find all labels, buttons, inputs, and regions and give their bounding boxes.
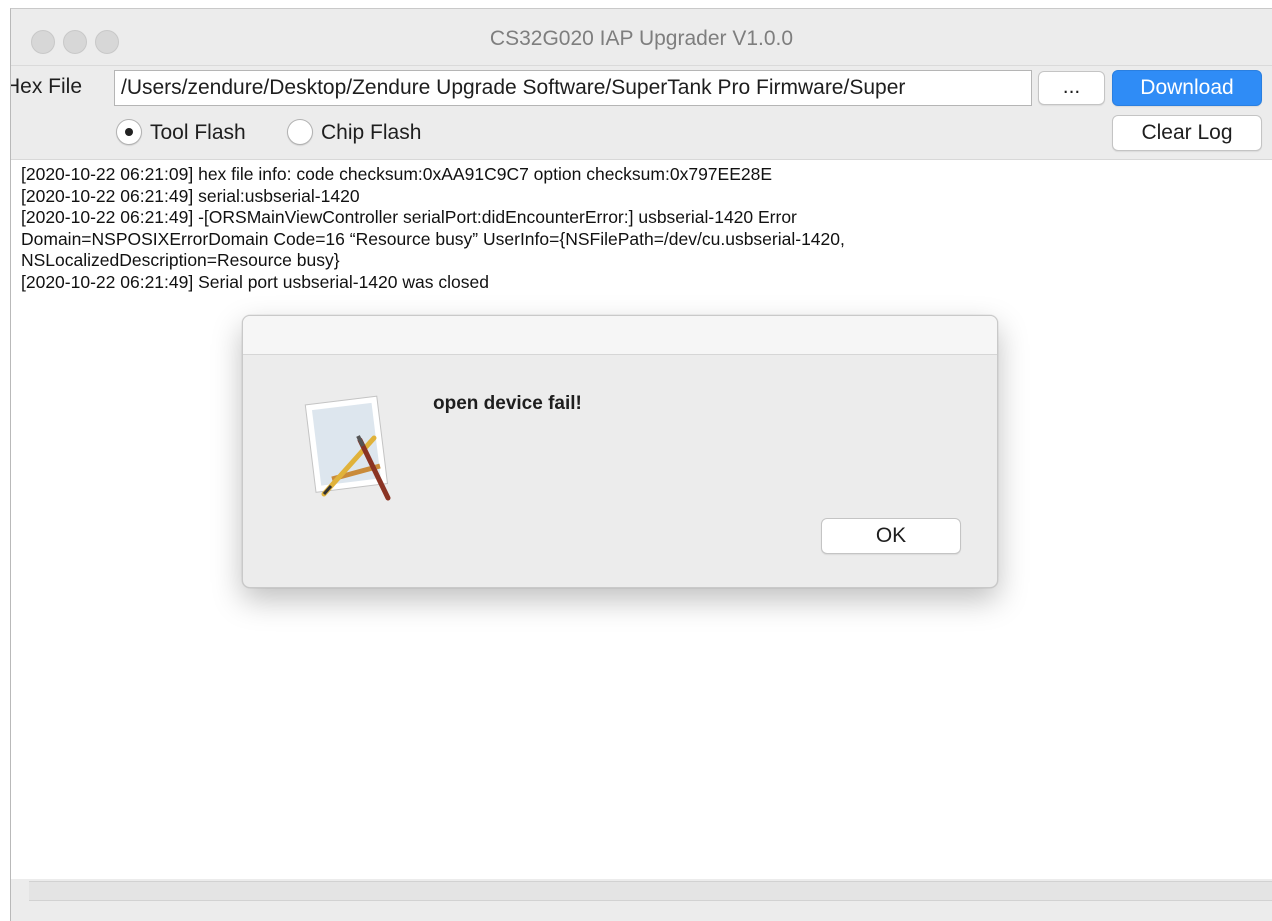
dialog-header (243, 316, 997, 355)
window-title: CS32G020 IAP Upgrader V1.0.0 (489, 27, 794, 50)
title-bar: CS32G020 IAP Upgrader V1.0.0 (11, 9, 1272, 66)
chip-flash-radio[interactable] (287, 119, 313, 145)
log-line: NSLocalizedDescription=Resource busy} (21, 250, 340, 270)
alert-dialog: open device fail! OK (242, 315, 998, 588)
ok-button[interactable]: OK (821, 518, 961, 554)
chip-flash-label[interactable]: Chip Flash (321, 121, 421, 145)
browse-button[interactable]: ... (1038, 71, 1105, 105)
hex-file-path-field[interactable]: /Users/zendure/Desktop/Zendure Upgrade S… (114, 70, 1032, 106)
tool-flash-radio[interactable] (116, 119, 142, 145)
log-line: [2020-10-22 06:21:49] -[ORSMainViewContr… (21, 207, 797, 227)
hex-file-label: Hex File (10, 75, 83, 98)
tool-flash-label[interactable]: Tool Flash (150, 121, 246, 145)
app-icon (304, 395, 391, 501)
status-bar (29, 881, 1272, 901)
dialog-message: open device fail! (433, 393, 582, 414)
log-line: [2020-10-22 06:21:49] serial:usbserial-1… (21, 185, 360, 206)
log-line: Domain=NSPOSIXErrorDomain Code=16 “Resou… (21, 228, 845, 249)
download-button[interactable]: Download (1112, 70, 1262, 106)
log-line: [2020-10-22 06:21:09] hex file info: cod… (21, 164, 773, 184)
log-line: [2020-10-22 06:21:49] Serial port usbser… (21, 271, 489, 292)
clear-log-button[interactable]: Clear Log (1112, 115, 1262, 151)
